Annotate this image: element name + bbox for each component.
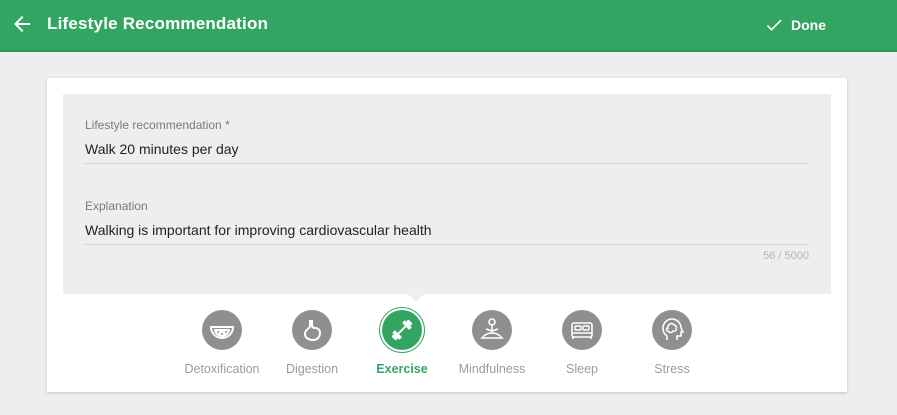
head-brain-icon xyxy=(652,310,692,350)
category-digestion[interactable]: Digestion xyxy=(262,310,362,376)
page-title: Lifestyle Recommendation xyxy=(47,14,269,33)
watermelon-icon xyxy=(202,310,242,350)
explanation-field[interactable]: Explanation Walking is important for imp… xyxy=(85,199,809,245)
category-label: Digestion xyxy=(285,362,339,376)
category-detoxification[interactable]: Detoxification xyxy=(172,310,272,376)
category-label: Detoxification xyxy=(184,362,260,376)
category-label: Exercise xyxy=(376,362,428,376)
explanation-input[interactable]: Walking is important for improving cardi… xyxy=(85,222,809,245)
category-sleep[interactable]: Sleep xyxy=(532,310,632,376)
recommendation-label: Lifestyle recommendation * xyxy=(85,118,230,132)
bed-icon xyxy=(562,310,602,350)
check-icon xyxy=(766,19,782,31)
back-arrow-icon[interactable] xyxy=(10,12,34,36)
done-button[interactable]: Done xyxy=(764,14,826,36)
category-mindfulness[interactable]: Mindfulness xyxy=(442,310,542,376)
category-label: Sleep xyxy=(566,362,598,376)
category-stress[interactable]: Stress xyxy=(622,310,722,376)
category-selector: Detoxification Digestion Exercise Mindfu… xyxy=(47,310,847,380)
recommendation-field[interactable]: Lifestyle recommendation * Walk 20 minut… xyxy=(85,118,809,164)
selection-pointer xyxy=(408,294,424,302)
form-area: Lifestyle recommendation * Walk 20 minut… xyxy=(63,94,831,302)
stomach-icon xyxy=(292,310,332,350)
dumbbell-icon xyxy=(382,310,422,350)
category-label: Stress xyxy=(654,362,690,376)
category-label: Mindfulness xyxy=(458,362,526,376)
meditation-icon xyxy=(472,310,512,350)
category-exercise[interactable]: Exercise xyxy=(352,310,452,376)
recommendation-card: Lifestyle recommendation * Walk 20 minut… xyxy=(47,78,847,392)
done-label: Done xyxy=(791,17,826,33)
recommendation-input[interactable]: Walk 20 minutes per day xyxy=(85,141,809,164)
explanation-label: Explanation xyxy=(85,199,148,213)
app-bar: Lifestyle Recommendation Done xyxy=(0,0,897,52)
char-counter: 56 / 5000 xyxy=(763,250,809,262)
